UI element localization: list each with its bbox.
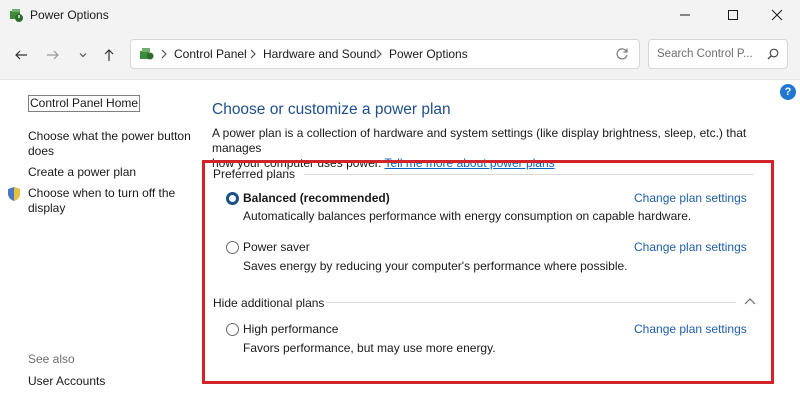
- search-box[interactable]: Search Control P...: [648, 39, 788, 69]
- plan-description-high-performance: Favors performance, but may use more ene…: [243, 341, 496, 355]
- chevron-right-icon: [250, 49, 256, 59]
- chevron-up-icon[interactable]: [744, 297, 756, 305]
- maximize-icon: [728, 10, 738, 20]
- forward-arrow-icon: [47, 50, 59, 60]
- plan-radio-high-performance[interactable]: [226, 323, 239, 336]
- change-plan-settings-high-performance[interactable]: Change plan settings: [634, 322, 747, 336]
- plan-name-balanced[interactable]: Balanced (recommended): [243, 191, 390, 205]
- chevron-down-icon: [79, 53, 87, 58]
- sidebar: Control Panel Home Choose what the power…: [0, 80, 200, 408]
- close-button[interactable]: [754, 0, 800, 30]
- up-arrow-icon: [104, 49, 114, 61]
- change-plan-settings-power-saver[interactable]: Change plan settings: [634, 240, 747, 254]
- see-also-heading: See also: [28, 352, 75, 366]
- chevron-right-icon: [376, 49, 382, 59]
- breadcrumb-hardware-and-sound[interactable]: Hardware and Sound: [263, 47, 376, 61]
- plan-name-high-performance[interactable]: High performance: [243, 322, 338, 336]
- additional-plans-divider: [326, 302, 736, 303]
- back-arrow-icon: [15, 50, 27, 60]
- plan-description-balanced: Automatically balances performance with …: [243, 209, 692, 223]
- power-options-icon: [10, 9, 23, 22]
- plan-radio-balanced[interactable]: [226, 192, 239, 205]
- chevron-right-icon: [161, 49, 167, 59]
- search-input[interactable]: Search Control P...: [657, 48, 753, 60]
- close-icon: [771, 9, 783, 21]
- change-plan-settings-balanced[interactable]: Change plan settings: [634, 191, 747, 205]
- minimize-button[interactable]: [662, 0, 708, 30]
- up-button[interactable]: [100, 46, 118, 64]
- breadcrumb-power-options[interactable]: Power Options: [389, 47, 468, 61]
- plan-name-power-saver[interactable]: Power saver: [243, 240, 310, 254]
- forward-button[interactable]: [44, 46, 62, 64]
- preferred-plans-heading: Preferred plans: [213, 167, 296, 181]
- plan-description-power-saver: Saves energy by reducing your computer's…: [243, 259, 628, 273]
- title-bar: Power Options: [0, 0, 800, 30]
- sidebar-item-create-plan[interactable]: Create a power plan: [28, 165, 136, 180]
- breadcrumb-control-panel[interactable]: Control Panel: [174, 47, 247, 61]
- navigation-bar: Control Panel Hardware and Sound Power O…: [0, 30, 800, 80]
- page-title: Choose or customize a power plan: [212, 101, 451, 118]
- sidebar-item-power-button-cont[interactable]: does: [28, 144, 54, 159]
- maximize-button[interactable]: [710, 0, 756, 30]
- back-button[interactable]: [12, 46, 30, 64]
- search-icon[interactable]: [767, 48, 779, 60]
- hide-additional-plans-toggle[interactable]: Hide additional plans: [213, 296, 324, 310]
- sidebar-item-display-off[interactable]: Choose when to turn off the: [28, 186, 175, 201]
- window-title: Power Options: [30, 8, 109, 22]
- sidebar-item-power-button[interactable]: Choose what the power button: [28, 129, 191, 144]
- recent-locations-button[interactable]: [74, 46, 92, 64]
- help-icon[interactable]: ?: [780, 84, 796, 100]
- description-line-1: A power plan is a collection of hardware…: [212, 126, 747, 155]
- minimize-icon: [680, 14, 690, 16]
- sidebar-item-control-panel-home[interactable]: Control Panel Home: [28, 95, 141, 112]
- refresh-icon[interactable]: [615, 47, 629, 61]
- preferred-plans-divider: [304, 174, 754, 175]
- address-bar[interactable]: Control Panel Hardware and Sound Power O…: [130, 39, 640, 69]
- shield-icon: [8, 187, 20, 201]
- plan-radio-power-saver[interactable]: [226, 241, 239, 254]
- control-panel-icon: [140, 48, 154, 60]
- sidebar-item-display-off-cont[interactable]: display: [28, 201, 65, 216]
- sidebar-item-user-accounts[interactable]: User Accounts: [28, 374, 105, 389]
